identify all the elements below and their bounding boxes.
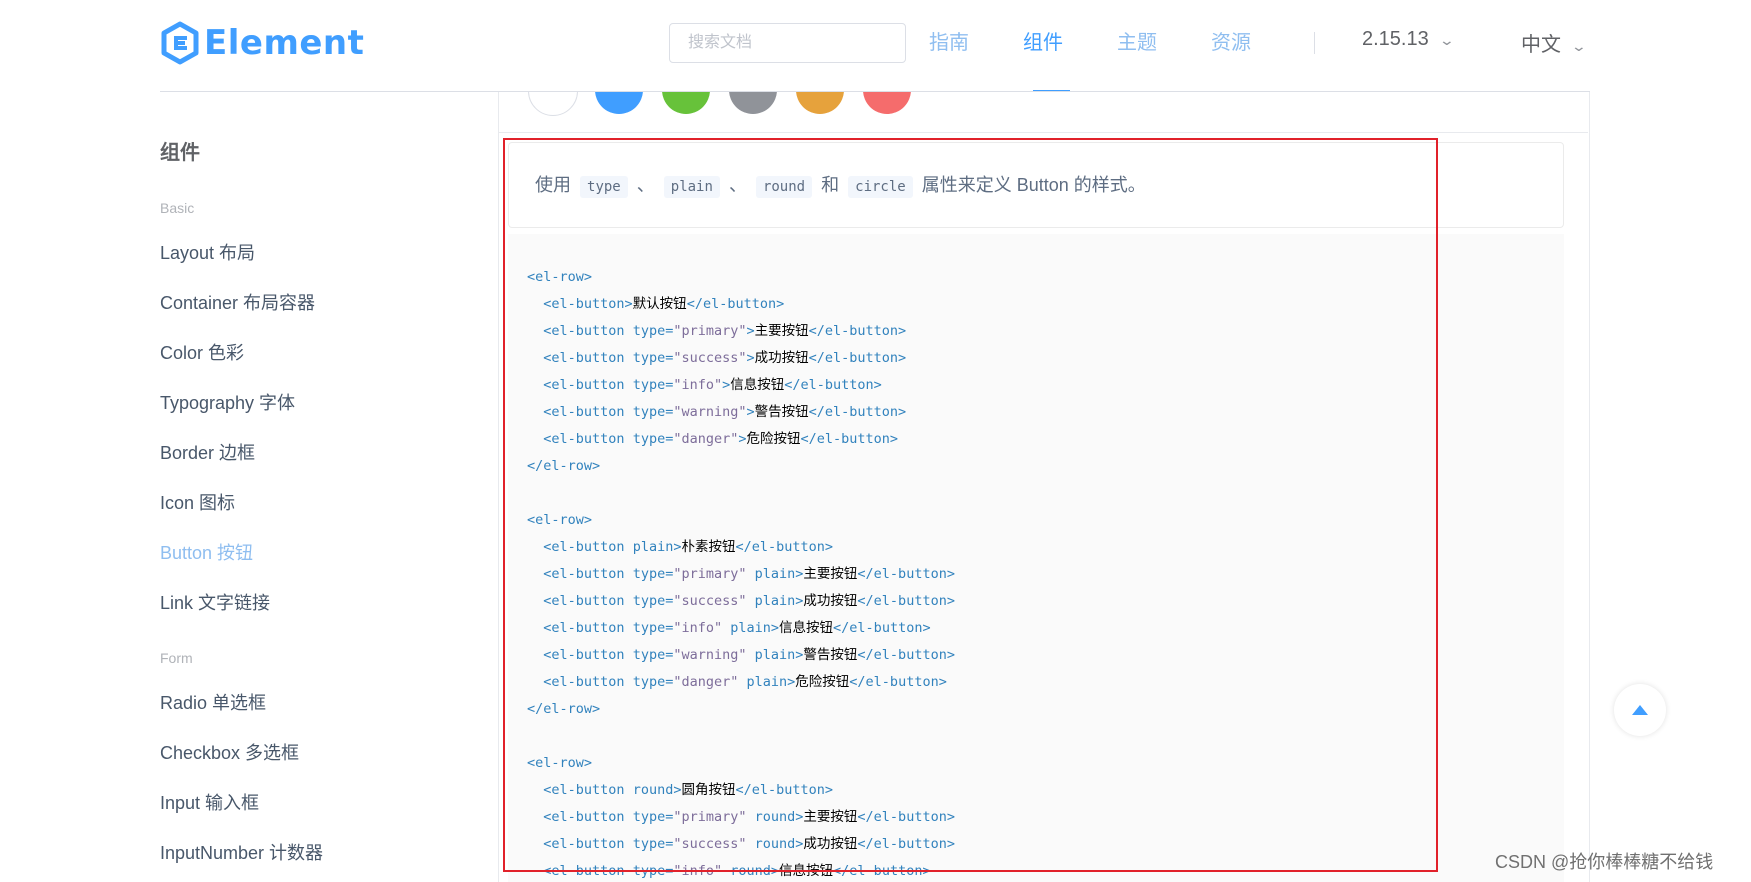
code-line: <el-row> bbox=[527, 755, 593, 771]
sidebar-item-color[interactable]: Color 色彩 bbox=[160, 339, 244, 365]
code-line: <el-button type="success" plain>成功按钮</el… bbox=[543, 593, 955, 609]
desc-separator: 、 bbox=[636, 175, 655, 195]
code-circle: circle bbox=[848, 176, 913, 198]
chevron-down-icon: ⌄ bbox=[1438, 32, 1455, 48]
watermark: CSDN @抢你棒棒糖不给钱 bbox=[1495, 852, 1714, 872]
desc-suffix: 属性来定义 Button 的样式。 bbox=[921, 175, 1146, 195]
sidebar-item-icon[interactable]: Icon 图标 bbox=[160, 489, 235, 515]
code-line: <el-button plain>朴素按钮</el-button> bbox=[543, 539, 834, 555]
code-line: <el-button type="info" round>信息按钮</el-bu… bbox=[543, 863, 931, 879]
code-line: </el-row> bbox=[527, 458, 601, 474]
code-line: <el-button>默认按钮</el-button> bbox=[543, 296, 785, 312]
code-round: round bbox=[755, 176, 813, 198]
version-select[interactable]: 2.15.13 ⌄ bbox=[1362, 28, 1455, 51]
sidebar-item-button[interactable]: Button 按钮 bbox=[160, 539, 253, 565]
code-line: <el-row> bbox=[527, 512, 593, 528]
circle-button-primary[interactable] bbox=[595, 92, 643, 114]
sidebar-item-link[interactable]: Link 文字链接 bbox=[160, 589, 270, 615]
back-to-top-button[interactable] bbox=[1614, 684, 1666, 736]
code-line: <el-button round>圆角按钮</el-button> bbox=[543, 782, 834, 798]
sidebar-item-radio[interactable]: Radio 单选框 bbox=[160, 689, 266, 715]
circle-button-success[interactable] bbox=[662, 92, 710, 114]
sidebar-item-typography[interactable]: Typography 字体 bbox=[160, 389, 295, 415]
desc-prefix: 使用 bbox=[535, 175, 571, 195]
code-lines: <el-row> <el-button>默认按钮</el-button> <el… bbox=[527, 264, 955, 882]
circle-button-warning[interactable] bbox=[796, 92, 844, 114]
sidebar-item-checkbox[interactable]: Checkbox 多选框 bbox=[160, 739, 299, 765]
circle-button-danger[interactable] bbox=[863, 92, 911, 114]
desc-and: 和 bbox=[821, 175, 840, 195]
demo-circle-buttons-row bbox=[498, 92, 1588, 133]
language-label: 中文 bbox=[1521, 34, 1561, 56]
sidebar-group-basic: Basic bbox=[160, 200, 195, 216]
sidebar-title: 组件 bbox=[160, 142, 200, 164]
sidebar-item-border[interactable]: Border 边框 bbox=[160, 439, 255, 465]
code-type: type bbox=[580, 176, 628, 198]
code-line: <el-button type="info" plain>信息按钮</el-bu… bbox=[543, 620, 931, 636]
sidebar-item-input[interactable]: Input 输入框 bbox=[160, 789, 259, 815]
desc-separator: 、 bbox=[728, 175, 747, 195]
sidebar-group-form: Form bbox=[160, 650, 193, 666]
hexagon-logo-icon bbox=[161, 21, 199, 65]
code-line: <el-button type="info">信息按钮</el-button> bbox=[543, 377, 882, 393]
code-line: <el-button type="primary">主要按钮</el-butto… bbox=[543, 323, 907, 339]
nav-divider bbox=[1314, 32, 1315, 54]
chevron-down-icon: ⌄ bbox=[1570, 38, 1588, 54]
code-plain: plain bbox=[663, 176, 720, 198]
code-line: <el-button type="warning">警告按钮</el-butto… bbox=[543, 404, 907, 420]
circle-button-info[interactable] bbox=[729, 92, 777, 114]
element-logo[interactable]: Element bbox=[160, 18, 364, 68]
code-line: <el-button type="danger" plain>危险按钮</el-… bbox=[543, 674, 947, 690]
code-line: <el-row> bbox=[527, 269, 593, 285]
search-input[interactable]: 搜索文档 bbox=[669, 23, 906, 63]
code-line: <el-button type="warning" plain>警告按钮</el… bbox=[543, 647, 955, 663]
caret-up-icon bbox=[1632, 705, 1648, 715]
sidebar-item-layout[interactable]: Layout 布局 bbox=[160, 239, 255, 265]
code-line: </el-row> bbox=[527, 701, 601, 717]
nav-resource[interactable]: 资源 bbox=[1211, 26, 1251, 55]
code-line: <el-button type="success">成功按钮</el-butto… bbox=[543, 350, 907, 366]
demo-description: 使用 type 、 plain 、 round 和 circle 属性来定义 B… bbox=[508, 142, 1564, 228]
version-label: 2.15.13 bbox=[1362, 28, 1429, 50]
logo-text: Element bbox=[204, 23, 365, 63]
description-text: 使用 type 、 plain 、 round 和 circle 属性来定义 B… bbox=[535, 171, 1146, 198]
nav-guide[interactable]: 指南 bbox=[929, 26, 969, 55]
sidebar-item-container[interactable]: Container 布局容器 bbox=[160, 289, 315, 315]
language-select[interactable]: 中文 ⌄ bbox=[1521, 28, 1588, 57]
nav-theme[interactable]: 主题 bbox=[1117, 26, 1157, 55]
nav-component[interactable]: 组件 bbox=[1023, 26, 1063, 55]
circle-button-default[interactable] bbox=[528, 92, 578, 116]
code-line: <el-button type="success" round>成功按钮</el… bbox=[543, 836, 955, 852]
code-block: <el-row> <el-button>默认按钮</el-button> <el… bbox=[508, 234, 1564, 882]
code-line: <el-button type="primary" plain>主要按钮</el… bbox=[543, 566, 955, 582]
sidebar-item-inputnumber[interactable]: InputNumber 计数器 bbox=[160, 839, 323, 865]
code-line: <el-button type="danger">危险按钮</el-button… bbox=[543, 431, 899, 447]
top-navbar: Element 搜索文档 指南 组件 主题 资源 2.15.13 ⌄ 中文 ⌄ bbox=[0, 0, 1751, 92]
code-line: <el-button type="primary" round>主要按钮</el… bbox=[543, 809, 955, 825]
